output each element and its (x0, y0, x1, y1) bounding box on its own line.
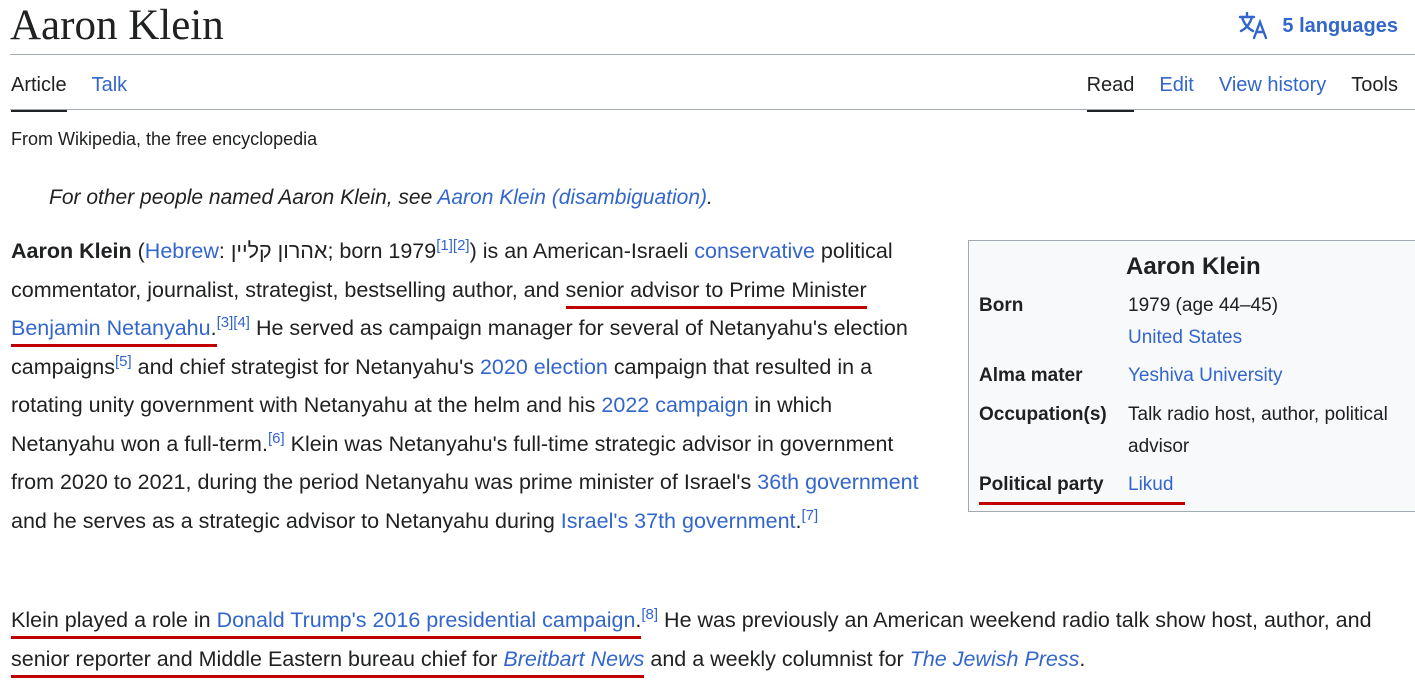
namespace-tabs: Article Talk (11, 72, 127, 112)
born-value: 1979 (age 44–45) (1128, 295, 1279, 316)
text: ( (131, 239, 145, 263)
born-place-link[interactable]: United States (1128, 322, 1242, 354)
second-paragraph: Klein played a role in Donald Trump's 20… (11, 601, 1411, 679)
underlined-trump-role: Klein played a role in Donald Trump's 20… (11, 608, 642, 639)
hatnote-text: For other people named Aaron Klein, see (49, 186, 438, 209)
title-divider (10, 54, 1415, 55)
ref-3[interactable]: [3] (217, 314, 234, 331)
born-label: Born (979, 295, 1024, 316)
text: Klein played a role in (11, 608, 217, 632)
infobox: Aaron Klein Born 1979 (age 44–45) United… (968, 240, 1415, 512)
hebrew-link[interactable]: Hebrew (145, 239, 219, 263)
occupation-value-line2: advisor (1128, 436, 1190, 457)
hatnote-suffix: . (707, 186, 713, 209)
site-tagline: From Wikipedia, the free encyclopedia (11, 129, 318, 149)
text: and he serves as a strategic advisor to … (11, 508, 561, 533)
jewish-press-link[interactable]: The Jewish Press (910, 647, 1080, 671)
ref-8[interactable]: [8] (641, 606, 658, 623)
government-36-link[interactable]: 36th government (757, 470, 918, 494)
tab-article[interactable]: Article (11, 72, 67, 112)
conservative-link[interactable]: conservative (694, 239, 815, 263)
subject-name: Aaron Klein (11, 239, 132, 263)
text: He was previously an American weekend ra… (658, 608, 1372, 632)
alma-mater-link[interactable]: Yeshiva University (1128, 360, 1283, 392)
likud-link[interactable]: Likud (1128, 469, 1173, 501)
ref-1[interactable]: [1] (436, 237, 453, 254)
languages-label: 5 languages (1282, 14, 1398, 37)
occupation-label: Occupation(s) (979, 404, 1107, 425)
ref-4[interactable]: [4] (233, 314, 250, 331)
text: ) is an American-Israeli (469, 239, 695, 263)
ref-2[interactable]: [2] (453, 237, 470, 254)
ref-5[interactable]: [5] (115, 352, 132, 369)
netanyahu-link[interactable]: Benjamin Netanyahu (11, 316, 211, 340)
tab-view-history[interactable]: View history (1219, 72, 1326, 112)
text: senior reporter and Middle Eastern burea… (11, 647, 504, 671)
breitbart-link[interactable]: Breitbart News (503, 647, 644, 671)
tabs-divider (10, 109, 1415, 110)
languages-button[interactable]: 5 languages (1238, 12, 1398, 40)
campaign-2022-link[interactable]: 2022 campaign (601, 393, 748, 417)
text: senior advisor to Prime Minister (565, 277, 867, 302)
occupation-value-line1: Talk radio host, author, political (1128, 404, 1388, 425)
text: : אהרון קליין; born 1979 (218, 239, 437, 263)
lead-paragraph: Aaron Klein (Hebrew: אהרון קליין; born 1… (11, 232, 941, 540)
text: and a weekly columnist for (644, 647, 910, 671)
trump-campaign-link[interactable]: Donald Trump's 2016 presidential campaig… (217, 608, 636, 632)
disambiguation-link[interactable]: Aaron Klein (disambiguation) (437, 186, 707, 209)
hatnote: For other people named Aaron Klein, see … (49, 186, 713, 210)
infobox-title: Aaron Klein (1126, 253, 1261, 280)
political-party-underline-mark (979, 502, 1185, 505)
tab-edit[interactable]: Edit (1159, 72, 1193, 112)
election-2020-link[interactable]: 2020 election (480, 355, 608, 379)
underlined-breitbart-role: senior reporter and Middle Eastern burea… (11, 647, 645, 678)
ref-7[interactable]: [7] (802, 506, 819, 523)
page-title: Aaron Klein (10, 2, 224, 49)
tab-talk[interactable]: Talk (92, 72, 128, 112)
ref-6[interactable]: [6] (268, 429, 285, 446)
alma-mater-label: Alma mater (979, 365, 1083, 386)
tab-tools[interactable]: Tools (1351, 72, 1398, 112)
translate-icon (1239, 12, 1268, 40)
text: . (1079, 647, 1086, 671)
text: and chief strategist for Netanyahu's (131, 354, 480, 379)
government-37-link[interactable]: Israel's 37th government (561, 509, 796, 533)
political-party-label: Political party (979, 474, 1104, 495)
tab-read[interactable]: Read (1086, 72, 1135, 112)
view-tabs: Read Edit View history Tools (1086, 72, 1398, 112)
